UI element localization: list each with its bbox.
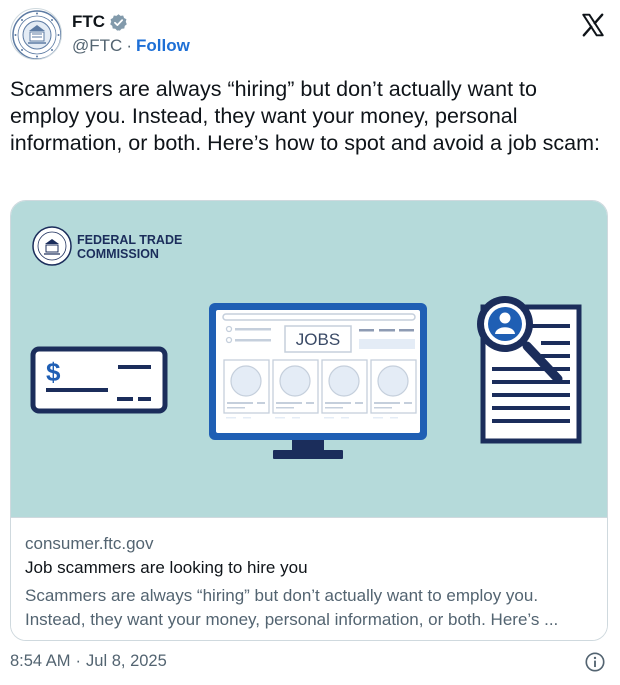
x-logo-icon[interactable] (580, 12, 606, 38)
card-meta[interactable]: consumer.ftc.gov Job scammers are lookin… (11, 517, 607, 640)
footer-separator: · (75, 652, 82, 670)
tweet-header: FTC @FTC · Follow (10, 8, 610, 64)
tweet-footer: 8:54 AM · Jul 8, 2025 (10, 652, 167, 671)
verified-badge-icon (110, 13, 127, 31)
ftc-seal-icon (12, 10, 61, 59)
card-description: Scammers are always “hiring” but don’t a… (25, 586, 559, 629)
card-domain: consumer.ftc.gov (25, 534, 154, 553)
card-title: Job scammers are looking to hire you (25, 558, 308, 577)
logo-line1: FEDERAL TRADE (77, 233, 182, 247)
tweet-text: Scammers are always “hiring” but don’t a… (10, 77, 600, 155)
logo-line2: COMMISSION (77, 247, 159, 261)
dollar-sign: $ (46, 357, 61, 387)
follow-button[interactable]: Follow (136, 36, 190, 56)
job-scam-illustration: FEDERAL TRADE COMMISSION $ JOBS (30, 226, 582, 459)
account-handle[interactable]: @FTC (72, 36, 122, 56)
monitor-icon: JOBS (209, 303, 427, 459)
account-name[interactable]: FTC (72, 12, 105, 32)
name-row: FTC (72, 12, 128, 32)
handle-separator: · (126, 36, 132, 55)
tweet-time[interactable]: 8:54 AM (10, 652, 71, 671)
info-icon[interactable] (584, 651, 606, 673)
check-icon: $ (30, 346, 168, 414)
avatar[interactable] (10, 8, 62, 60)
ftc-logo: FEDERAL TRADE COMMISSION (32, 226, 182, 266)
card-image[interactable]: FEDERAL TRADE COMMISSION $ JOBS (11, 201, 607, 517)
handle-row: @FTC · Follow (72, 36, 190, 56)
jobs-label: JOBS (296, 330, 340, 349)
document-magnifier-icon (477, 296, 582, 444)
tweet-date[interactable]: Jul 8, 2025 (86, 652, 167, 671)
link-card[interactable]: FEDERAL TRADE COMMISSION $ JOBS consumer… (10, 200, 608, 641)
